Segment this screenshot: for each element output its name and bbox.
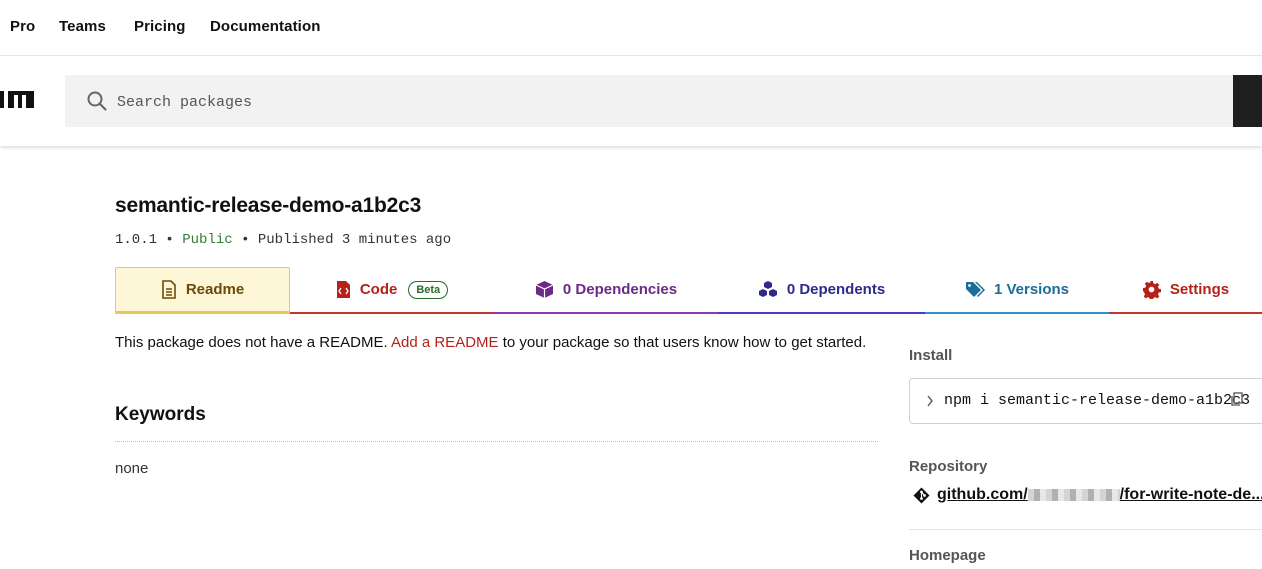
install-command-box[interactable]: npm i semantic-release-demo-a1b2c3 [909,378,1262,424]
document-icon [162,280,176,299]
published-time: Published 3 minutes ago [257,232,452,248]
package-version: 1.0.1 [115,232,158,248]
search-input[interactable] [117,75,1217,127]
nav-teams-link[interactable]: Teams [59,18,106,35]
chevron-right-icon [927,395,933,407]
search-button[interactable] [1233,75,1262,127]
copy-icon[interactable] [1230,392,1243,407]
search-icon [87,91,107,111]
tab-code-label: Code [359,281,398,298]
tab-versions-label: 1 Versions [993,281,1070,298]
tab-dependents[interactable]: 0 Dependents [718,267,925,314]
homepage-label: Homepage [909,547,986,564]
nav-pricing-link[interactable]: Pricing [134,18,186,35]
tab-dependencies[interactable]: 0 Dependencies [494,267,718,314]
tab-readme[interactable]: Readme [115,267,290,314]
top-nav: Pro Teams Pricing Documentation [0,0,1262,56]
keywords-divider [115,441,878,442]
tab-versions[interactable]: 1 Versions [925,267,1109,314]
tab-dependents-label: 0 Dependents [786,281,886,298]
tab-code[interactable]: Code Beta [290,267,494,314]
tab-settings-label: Settings [1169,281,1230,298]
search-box [65,75,1235,127]
npm-logo-icon[interactable] [0,91,34,108]
tab-readme-label: Readme [185,281,245,298]
readme-text-before: This package does not have a README. [115,334,391,351]
keywords-heading: Keywords [115,404,206,425]
visibility-badge: Public [182,232,233,248]
code-file-icon [336,281,350,298]
box-icon [535,281,554,298]
package-title: semantic-release-demo-a1b2c3 [115,194,422,217]
meta-separator: • [165,232,174,248]
sidebar-divider [909,529,1262,530]
tab-settings[interactable]: Settings [1109,267,1262,314]
gear-icon [1142,280,1161,299]
repository-link[interactable]: github.com/ /for-write-note-de... [913,486,1262,504]
nav-pro-link[interactable]: Pro [10,18,35,35]
search-bar-row [0,57,1262,146]
tags-icon [965,281,985,297]
readme-message: This package does not have a README. Add… [115,334,866,351]
boxes-icon [758,281,777,297]
repository-url-prefix: github.com/ [937,486,1028,503]
package-meta: 1.0.1 • Public • Published 3 minutes ago [115,232,451,248]
tab-dependencies-label: 0 Dependencies [562,281,678,298]
git-icon [913,487,930,503]
add-readme-link[interactable]: Add a README [391,334,499,351]
install-label: Install [909,347,953,364]
keywords-value: none [115,460,149,477]
repository-url-suffix: /for-write-note-de... [1119,486,1262,503]
readme-text-after: to your package so that users know how t… [498,334,867,351]
repository-label: Repository [909,458,988,475]
redacted-username [1027,488,1120,501]
nav-documentation-link[interactable]: Documentation [210,18,320,35]
repository-url: github.com/ /for-write-note-de... [937,486,1262,504]
beta-badge: Beta [408,280,449,299]
meta-separator: • [241,232,250,248]
package-tabs: Readme Code Beta 0 Dependencies 0 Depend… [115,267,1262,314]
install-command: npm i semantic-release-demo-a1b2c3 [944,392,1251,409]
